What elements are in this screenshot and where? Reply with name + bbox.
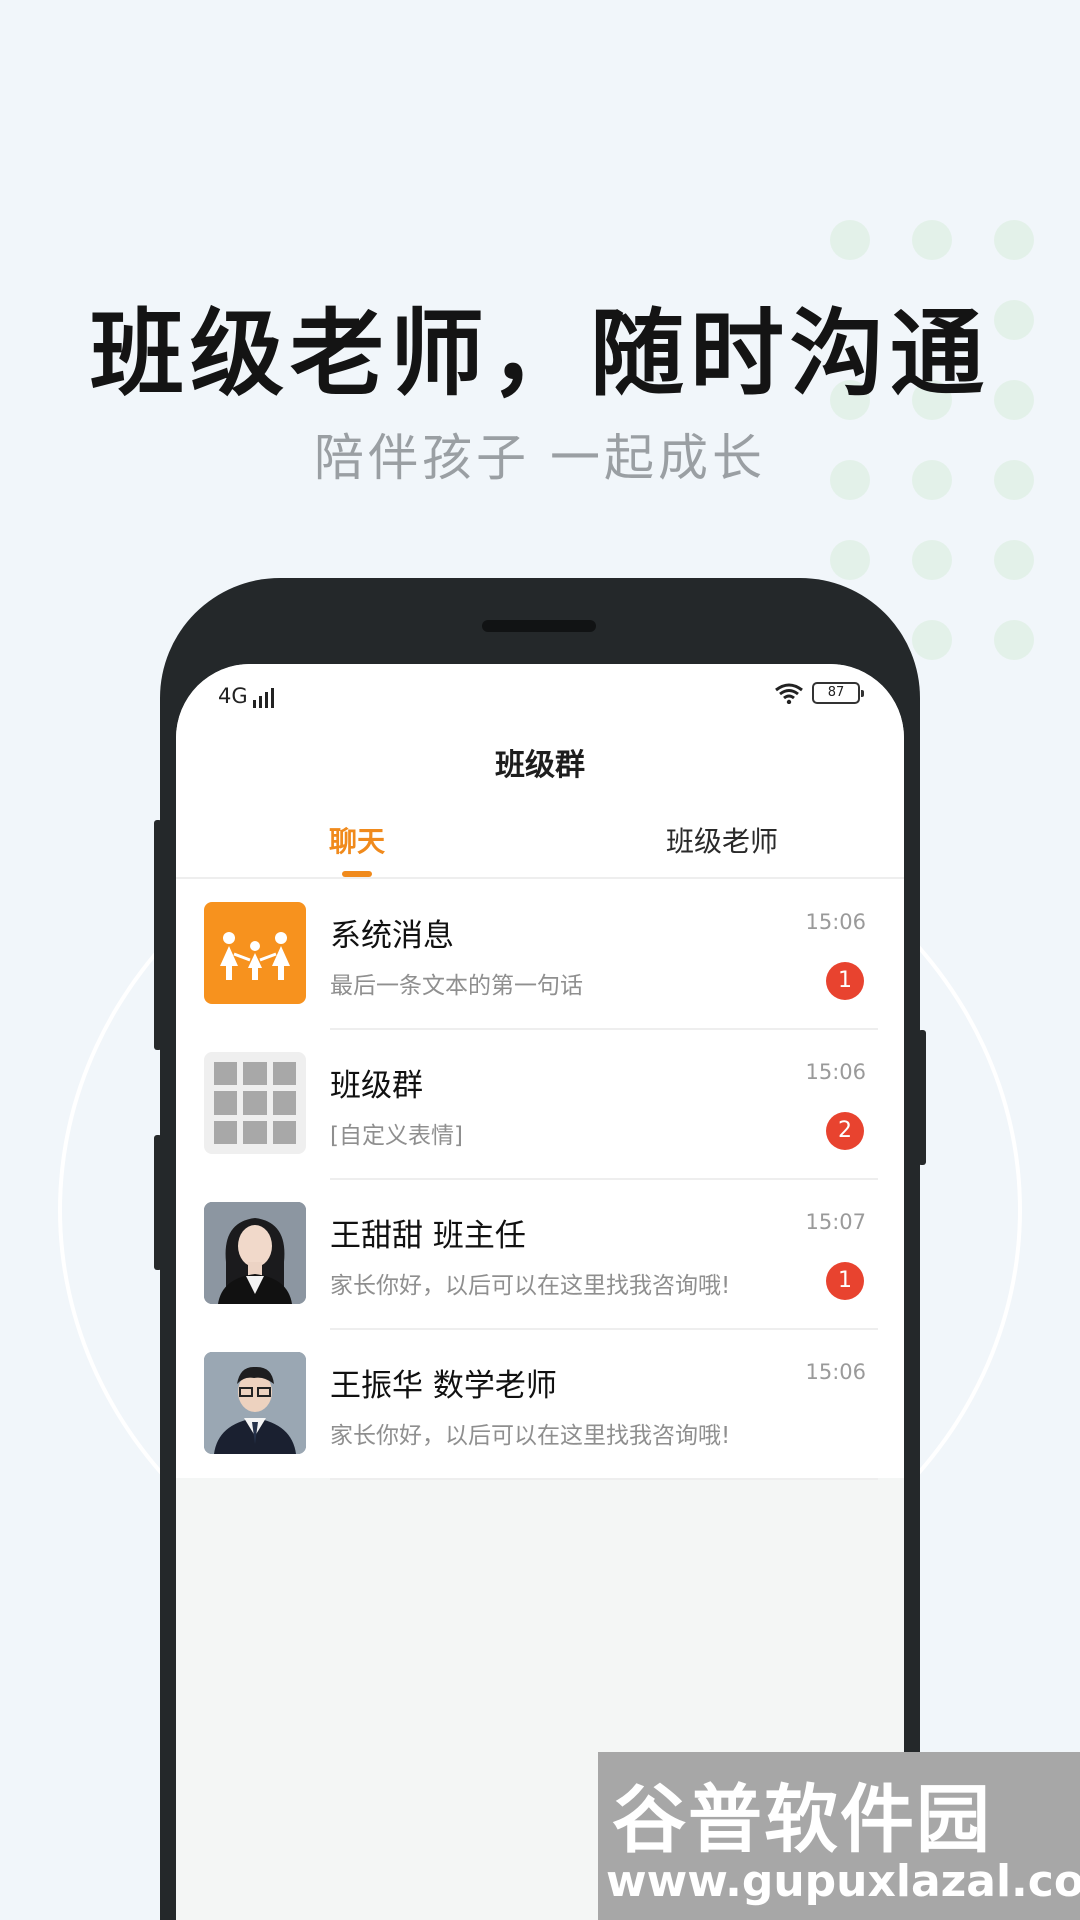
teacher-avatar-male: [204, 1352, 306, 1454]
chat-time: 15:06: [805, 1060, 866, 1084]
wifi-icon: [775, 683, 803, 704]
decorative-dot: [830, 540, 870, 580]
watermark: 谷普软件园 www.gupuxlazal.com: [598, 1752, 1080, 1920]
chat-name: 王甜甜 班主任: [330, 1218, 526, 1254]
decorative-dot: [912, 620, 952, 660]
decorative-dot: [994, 540, 1034, 580]
battery-level: 87: [827, 685, 845, 700]
unread-badge: 1: [826, 1262, 864, 1300]
chat-list-item-teacher-wang-tiantian[interactable]: 王甜甜 班主任 家长你好，以后可以在这里找我咨询哦! 15:07 1: [176, 1180, 904, 1330]
chat-preview: 家长你好，以后可以在这里找我咨询哦!: [330, 1423, 731, 1449]
chat-name: 王振华 数学老师: [330, 1368, 557, 1404]
status-right: 87: [774, 682, 864, 704]
chat-preview: [自定义表情]: [330, 1123, 463, 1149]
battery-icon: 87: [812, 682, 864, 704]
tab-chat[interactable]: 聊天: [257, 820, 457, 860]
decorative-dot: [912, 540, 952, 580]
chat-list-item-class-group[interactable]: 班级群 [自定义表情] 15:06 2: [176, 1030, 904, 1180]
chat-time: 15:06: [805, 910, 866, 934]
decorative-dot: [994, 220, 1034, 260]
promo-subheadline: 陪伴孩子 一起成长: [314, 429, 766, 487]
chat-name: 系统消息: [330, 918, 454, 954]
phone-screen: 4G 87 班级群 聊天 班级老师 系统消息 最后一条文本的第一句话 15:06…: [176, 664, 904, 1920]
chat-time: 15:06: [805, 1360, 866, 1384]
phone-frame: 4G 87 班级群 聊天 班级老师 系统消息 最后一条文本的第一句话 15:06…: [160, 578, 920, 1920]
network-type: 4G: [218, 684, 248, 708]
decorative-dot: [830, 220, 870, 260]
group-grid-icon: [204, 1052, 306, 1154]
decorative-dot: [994, 620, 1034, 660]
watermark-url: www.gupuxlazal.com: [606, 1856, 1080, 1907]
tabs-divider: [176, 877, 904, 879]
row-divider: [330, 1478, 878, 1480]
chat-name: 班级群: [330, 1068, 423, 1104]
network-indicator: 4G: [218, 684, 274, 708]
tab-class-teachers-label: 班级老师: [665, 825, 778, 858]
chat-preview: 家长你好，以后可以在这里找我咨询哦!: [330, 1273, 731, 1299]
watermark-site-name: 谷普软件园: [612, 1777, 992, 1863]
chat-time: 15:07: [805, 1210, 866, 1234]
promo-headline: 班级老师，随时沟通: [89, 300, 990, 409]
chat-list-item-teacher-wang-zhenhua[interactable]: 王振华 数学老师 家长你好，以后可以在这里找我咨询哦! 15:06: [176, 1330, 904, 1480]
phone-speaker: [482, 620, 596, 632]
signal-bars-icon: [252, 688, 274, 708]
teacher-avatar-female: [204, 1202, 306, 1304]
status-bar: 4G 87: [176, 664, 904, 724]
family-icon: [204, 902, 306, 1004]
tab-chat-label: 聊天: [328, 825, 385, 858]
chat-preview: 最后一条文本的第一句话: [330, 973, 583, 999]
chat-list-item-system[interactable]: 系统消息 最后一条文本的第一句话 15:06 1: [176, 880, 904, 1030]
tab-class-teachers[interactable]: 班级老师: [622, 820, 822, 860]
decorative-dot: [912, 220, 952, 260]
page-title: 班级群: [495, 748, 585, 783]
unread-badge: 1: [826, 962, 864, 1000]
unread-badge: 2: [826, 1112, 864, 1150]
